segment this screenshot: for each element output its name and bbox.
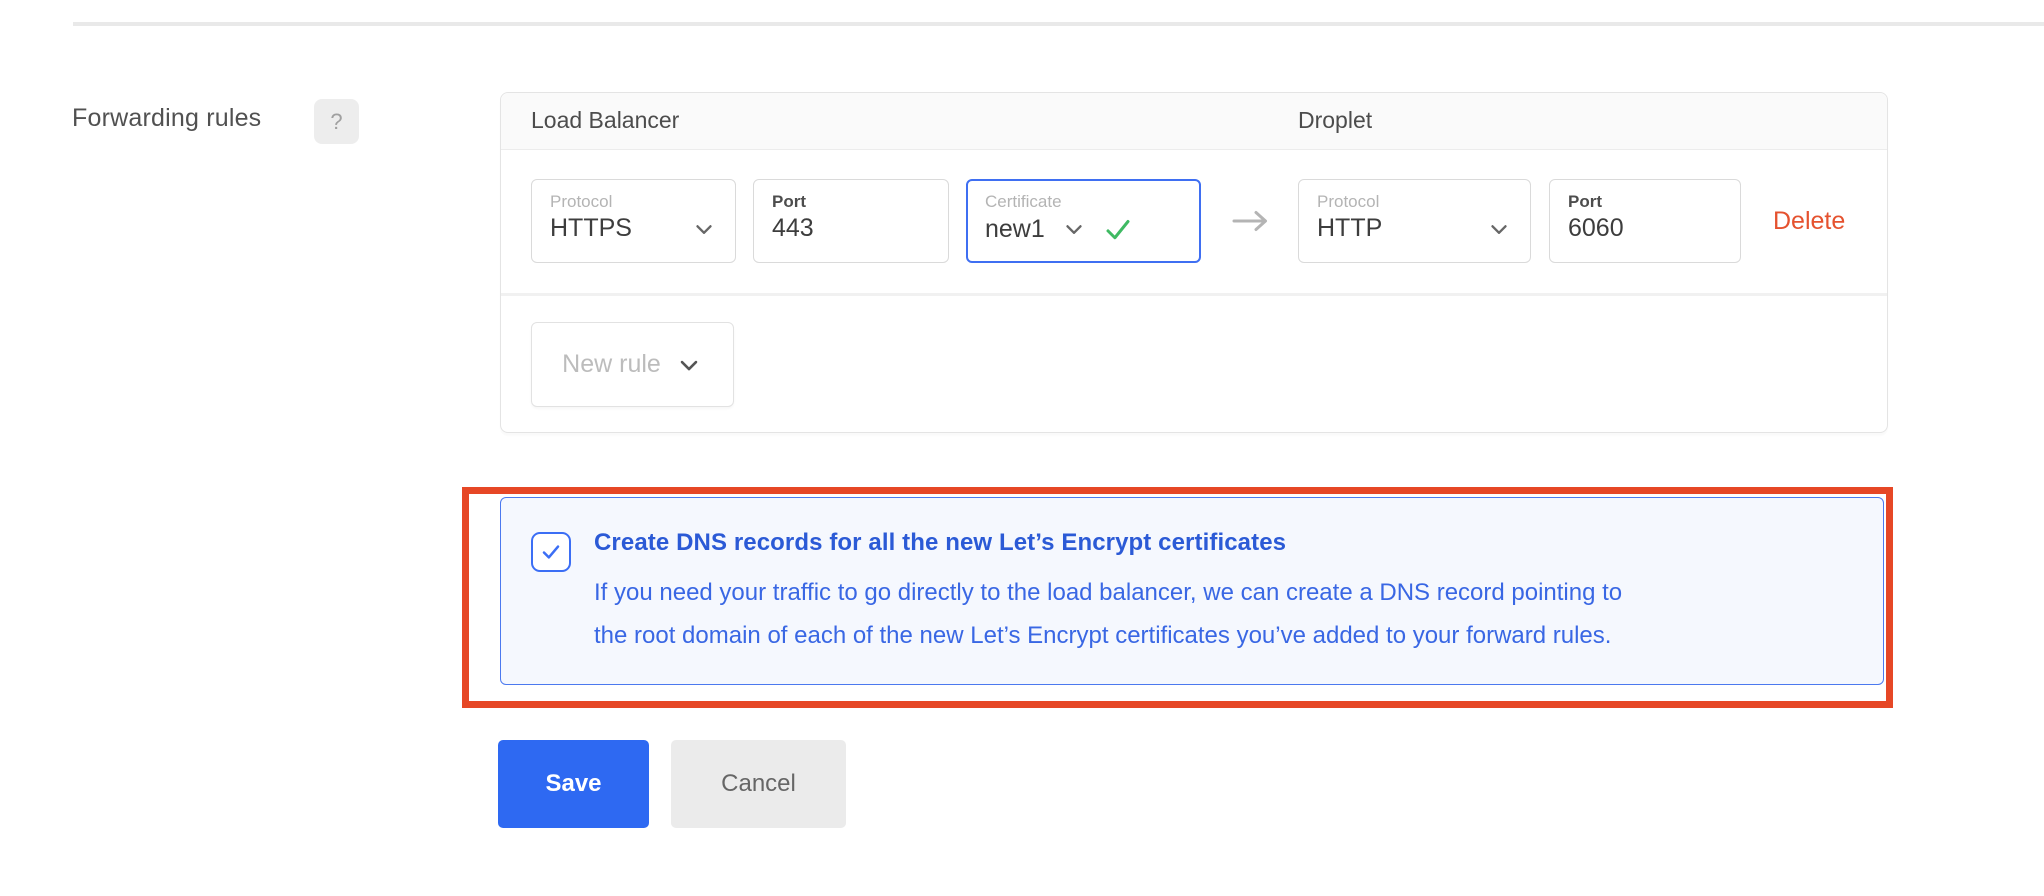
droplet-port-field: Port (1549, 179, 1741, 263)
forwarding-rules-page: Forwarding rules ? Load Balancer Droplet… (0, 0, 2044, 896)
help-badge[interactable]: ? (314, 99, 359, 144)
droplet-protocol-value: HTTP (1317, 214, 1383, 242)
lb-protocol-value: HTTPS (550, 214, 632, 242)
lb-protocol-select[interactable]: Protocol HTTPS (531, 179, 736, 263)
new-rule-dropdown[interactable]: New rule (531, 322, 734, 407)
certificate-valid-check-icon (1106, 220, 1130, 240)
dns-banner-description: If you need your traffic to go directly … (594, 571, 1864, 657)
dns-banner-description-line1: If you need your traffic to go directly … (594, 579, 1623, 606)
forwarding-rules-card: Load Balancer Droplet Protocol HTTPS Por… (500, 92, 1888, 433)
dns-banner-title: Create DNS records for all the new Let’s… (594, 529, 1287, 556)
lb-port-input[interactable] (772, 214, 930, 243)
droplet-port-label: Port (1568, 192, 1602, 211)
forward-arrow-icon (1223, 205, 1279, 237)
lb-port-field: Port (753, 179, 949, 263)
create-dns-records-checkbox[interactable] (531, 532, 571, 572)
dns-records-banner: Create DNS records for all the new Let’s… (500, 497, 1884, 685)
save-button[interactable]: Save (498, 740, 649, 828)
lb-port-label: Port (772, 192, 806, 211)
droplet-column-header: Droplet (1298, 107, 1373, 133)
section-label: Forwarding rules (72, 104, 262, 132)
droplet-port-input[interactable] (1568, 214, 1722, 243)
chevron-down-icon (680, 360, 698, 370)
chevron-down-icon (1066, 225, 1082, 234)
droplet-protocol-select[interactable]: Protocol HTTP (1298, 179, 1531, 263)
chevron-down-icon (696, 224, 712, 234)
chevron-down-icon (1491, 224, 1507, 234)
dns-banner-description-line2: the root domain of each of the new Let’s… (594, 622, 1612, 649)
certificate-value: new1 (985, 214, 1045, 243)
new-rule-label: New rule (562, 350, 661, 378)
certificate-select[interactable]: Certificate new1 (966, 179, 1201, 263)
droplet-protocol-label: Protocol (1317, 192, 1380, 211)
cancel-button[interactable]: Cancel (671, 740, 846, 828)
lb-protocol-label: Protocol (550, 192, 613, 211)
card-row-divider (501, 293, 1887, 296)
checkbox-check-icon (542, 545, 560, 559)
delete-rule-button[interactable]: Delete (1773, 179, 1845, 263)
card-header: Load Balancer Droplet (501, 93, 1887, 150)
load-balancer-column-header: Load Balancer (531, 107, 680, 133)
top-divider (73, 22, 2044, 26)
certificate-label: Certificate (985, 192, 1062, 211)
